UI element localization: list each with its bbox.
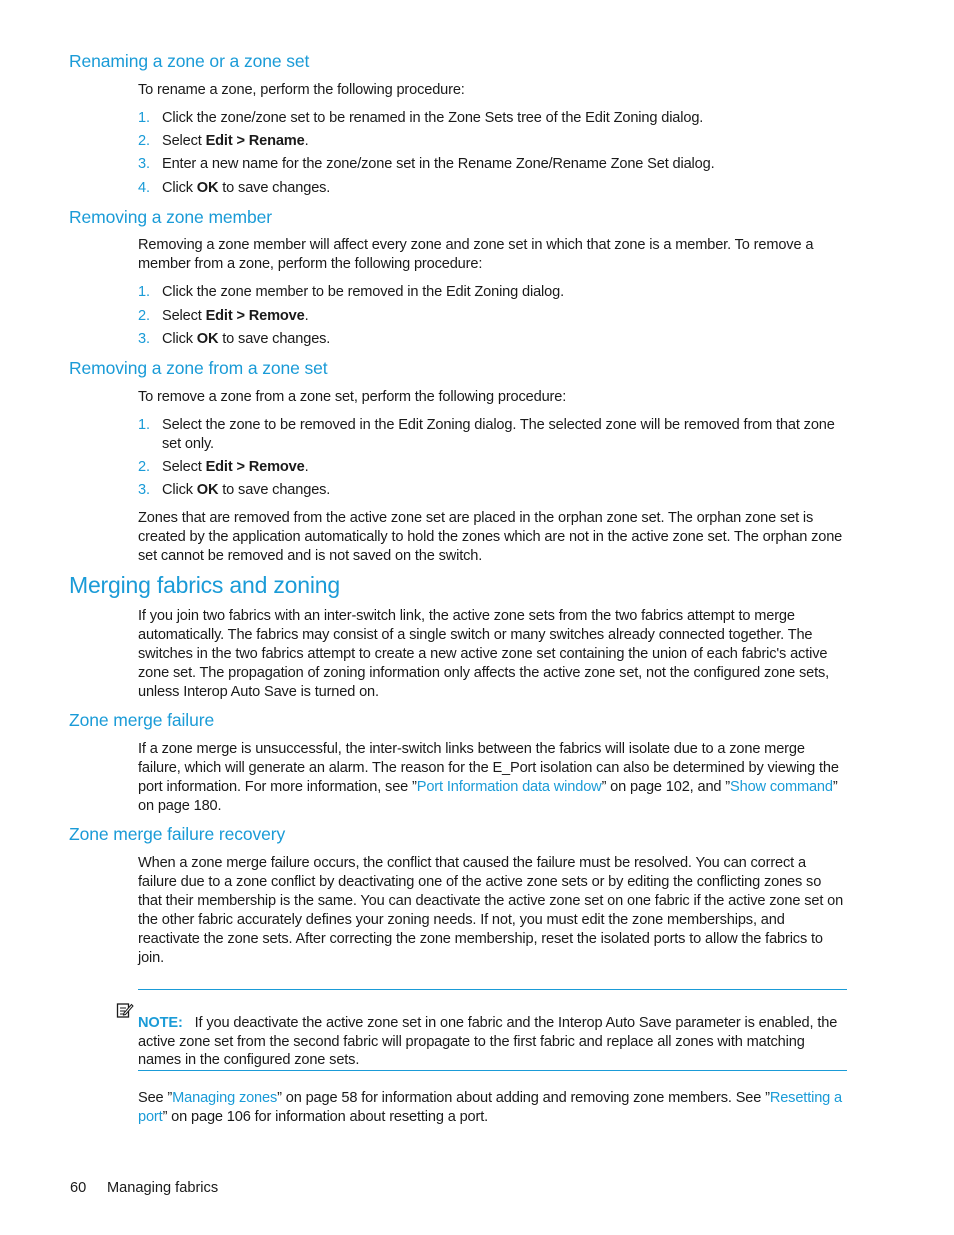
page-number: 60 [70, 1180, 87, 1196]
paragraph-renaming-intro: To rename a zone, perform the following … [138, 82, 465, 98]
step-text: . [304, 308, 309, 324]
button-name: OK [196, 331, 219, 347]
list-item: 3. Click OK to save changes. [138, 330, 844, 349]
step-number: 2. [138, 133, 150, 149]
list-item: 1. Click the zone/zone set to be renamed… [138, 109, 844, 128]
paragraph-removing-member-intro: Removing a zone member will affect every… [138, 237, 814, 272]
step-number: 3. [138, 482, 150, 498]
text: ” on page 106 for information about rese… [162, 1108, 489, 1125]
step-number: 2. [138, 459, 150, 475]
step-text: to save changes. [218, 180, 331, 196]
heading-merging-fabrics: Merging fabrics and zoning [69, 572, 340, 598]
list-item: 4. Click OK to save changes. [138, 179, 844, 198]
step-text: Select [162, 459, 206, 475]
step-number: 4. [138, 180, 150, 196]
step-text: Click [162, 482, 197, 498]
heading-zone-merge-failure-recovery: Zone merge failure recovery [69, 824, 286, 844]
link-managing-zones[interactable]: Managing zones [172, 1090, 277, 1106]
list-item: 2. Select Edit > Remove. [138, 307, 844, 326]
step-text: Click [162, 180, 197, 196]
step-text: Select [162, 133, 206, 149]
step-text: Select [162, 308, 206, 324]
step-text: Click the zone/zone set to be renamed in… [162, 110, 704, 126]
step-number: 1. [138, 110, 150, 126]
step-number: 1. [138, 417, 150, 433]
menu-path: Edit > Remove [205, 459, 305, 475]
list-item: 3. Click OK to save changes. [138, 481, 844, 500]
step-text: Click [162, 331, 197, 347]
text: See ” [138, 1090, 173, 1106]
chapter-title: Managing fabrics [107, 1180, 219, 1196]
list-item: 1. Select the zone to be removed in the … [138, 416, 844, 454]
note-bottom-divider [138, 1070, 847, 1071]
list-item: 2. Select Edit > Rename. [138, 132, 844, 151]
step-number: 3. [138, 156, 150, 172]
paragraph-see-also: See ”Managing zones” on page 58 for info… [138, 1089, 844, 1127]
note-block: NOTE: If you deactivate the active zone s… [138, 1014, 844, 1071]
heading-zone-merge-failure: Zone merge failure [69, 710, 215, 730]
step-text: Enter a new name for the zone/zone set i… [162, 156, 715, 172]
step-text: . [304, 133, 309, 149]
heading-renaming-zone: Renaming a zone or a zone set [69, 51, 310, 71]
step-text: to save changes. [218, 482, 331, 498]
text: ” on page 102, and ” [601, 778, 731, 795]
menu-path: Edit > Remove [205, 308, 305, 324]
note-label: NOTE: [138, 1014, 183, 1031]
list-item: 3. Enter a new name for the zone/zone se… [138, 155, 844, 174]
link-show-command[interactable]: Show command [730, 779, 833, 795]
paragraph-removing-zone-intro: To remove a zone from a zone set, perfor… [138, 389, 567, 405]
step-text: . [304, 459, 309, 475]
menu-path: Edit > Rename [205, 133, 305, 149]
button-name: OK [196, 180, 219, 196]
paragraph-orphan-zone-set: Zones that are removed from the active z… [138, 510, 843, 564]
button-name: OK [196, 482, 219, 498]
list-item: 2. Select Edit > Remove. [138, 458, 844, 477]
paragraph-merge-recovery: When a zone merge failure occurs, the co… [138, 855, 844, 966]
note-icon [116, 1003, 134, 1018]
paragraph-merge-failure: If a zone merge is unsuccessful, the int… [138, 740, 844, 816]
link-port-information-data-window[interactable]: Port Information data window [417, 779, 602, 795]
note-text: If you deactivate the active zone set in… [138, 1014, 838, 1069]
heading-removing-zone: Removing a zone from a zone set [69, 358, 328, 378]
list-item: 1. Click the zone member to be removed i… [138, 283, 844, 302]
step-number: 3. [138, 331, 150, 347]
step-number: 2. [138, 308, 150, 324]
step-text: Click the zone member to be removed in t… [162, 284, 564, 300]
step-number: 1. [138, 284, 150, 300]
heading-removing-member: Removing a zone member [69, 207, 273, 227]
step-text: to save changes. [218, 331, 331, 347]
step-text: Select the zone to be removed in the Edi… [162, 417, 835, 452]
document-page: Renaming a zone or a zone set To rename … [0, 0, 954, 1235]
note-top-divider [138, 989, 847, 990]
paragraph-merging: If you join two fabrics with an inter-sw… [138, 608, 830, 700]
text: ” on page 58 for information about addin… [277, 1090, 770, 1106]
